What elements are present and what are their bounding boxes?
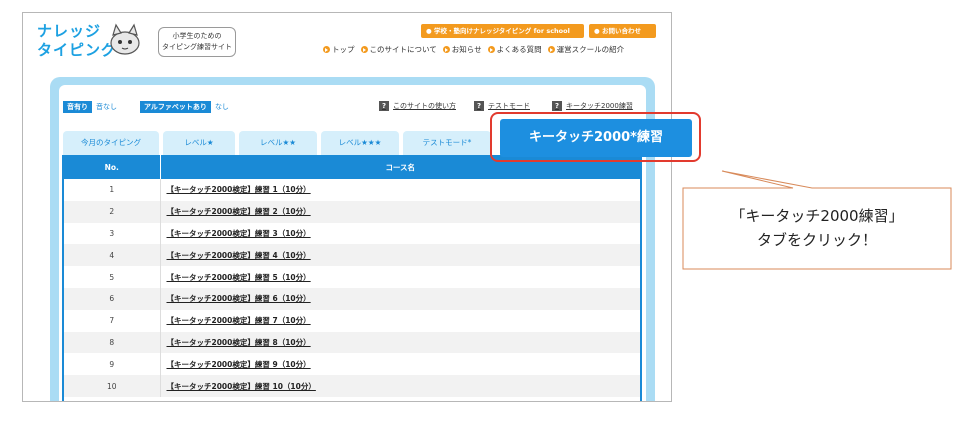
tab-keytouch-2000[interactable]: キータッチ2000*練習 [500,119,692,157]
callout-line-1: 「キータッチ2000練習」 [730,207,904,225]
callout-instruction: 「キータッチ2000練習」 タブをクリック！ [683,204,951,252]
callout-line-2: タブをクリック！ [756,231,877,249]
